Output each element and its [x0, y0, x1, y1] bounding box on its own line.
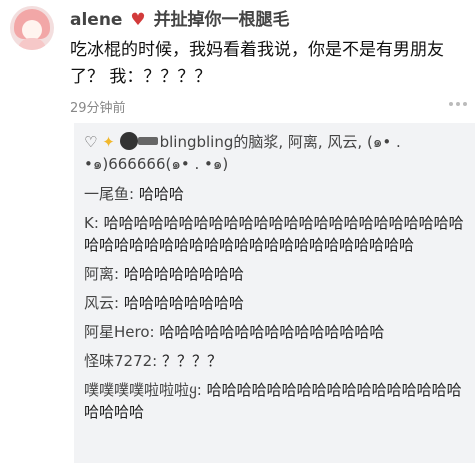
- reply-text: 哈哈哈: [134, 185, 184, 203]
- like-outline-icon[interactable]: ♡: [84, 133, 97, 151]
- reply-name[interactable]: 噗噗噗噗啦啦啦ყ:: [84, 381, 202, 399]
- mini-avatar: [119, 132, 138, 150]
- post-username[interactable]: alene ♥ 并扯掉你一根腿毛: [70, 5, 290, 30]
- reply-list: 一尾鱼: 哈哈哈 K: 哈哈哈哈哈哈哈哈哈哈哈哈哈哈哈哈哈哈哈哈哈哈哈哈哈哈哈哈…: [84, 183, 472, 430]
- reply-item[interactable]: 噗噗噗噗啦啦啦ყ: 哈哈哈哈哈哈哈哈哈哈哈哈哈哈哈哈哈哈哈哈哈: [84, 379, 472, 423]
- reply-name[interactable]: 风云:: [84, 294, 119, 312]
- like-header: ♡ ✦ blingbling的脑浆, 阿离, 风云, (๑• . •๑)6666…: [84, 131, 469, 175]
- reply-text: ？？？？: [157, 352, 223, 370]
- sparkle-icon: ✦: [102, 133, 115, 151]
- reply-name[interactable]: 阿离:: [84, 265, 119, 283]
- reply-name[interactable]: 阿星Hero:: [84, 323, 155, 341]
- avatar-body: [18, 38, 46, 50]
- reply-name[interactable]: K:: [84, 214, 99, 232]
- avatar[interactable]: [10, 6, 54, 50]
- post-text: 吃冰棍的时候，我妈看着我说，你是不是有男朋友了？ 我：？？？？: [70, 40, 444, 87]
- reply-item[interactable]: K: 哈哈哈哈哈哈哈哈哈哈哈哈哈哈哈哈哈哈哈哈哈哈哈哈哈哈哈哈哈哈哈哈哈哈哈哈哈…: [84, 212, 472, 256]
- decor-icon: [137, 137, 158, 145]
- username-text[interactable]: alene: [70, 10, 122, 30]
- reply-item[interactable]: 阿星Hero: 哈哈哈哈哈哈哈哈哈哈哈哈哈哈哈: [84, 321, 472, 343]
- post-time: 29分钟前: [70, 101, 126, 116]
- reply-text: 哈哈哈哈哈哈哈哈: [119, 265, 244, 283]
- username-suffix: 并扯掉你一根腿毛: [153, 10, 290, 30]
- reply-text: 哈哈哈哈哈哈哈哈哈哈哈哈哈哈哈哈哈哈哈哈哈哈哈哈哈哈哈哈哈哈哈哈哈哈哈哈哈哈哈哈…: [84, 214, 464, 254]
- reply-item[interactable]: 风云: 哈哈哈哈哈哈哈哈: [84, 292, 472, 314]
- heart-icon: ♥: [130, 10, 146, 30]
- reply-text: 哈哈哈哈哈哈哈哈哈哈哈哈哈哈哈: [154, 323, 385, 341]
- reply-item[interactable]: 怪味7272: ？？？？: [84, 350, 472, 372]
- reply-item[interactable]: 一尾鱼: 哈哈哈: [84, 183, 472, 205]
- more-icon[interactable]: [444, 94, 472, 114]
- reply-item[interactable]: 阿离: 哈哈哈哈哈哈哈哈: [84, 263, 472, 285]
- reply-text: 哈哈哈哈哈哈哈哈: [119, 294, 244, 312]
- reply-box: ♡ ✦ blingbling的脑浆, 阿离, 风云, (๑• . •๑)6666…: [74, 123, 475, 463]
- reply-name[interactable]: 怪味7272:: [84, 352, 157, 370]
- reply-name[interactable]: 一尾鱼:: [84, 185, 134, 203]
- avatar-face: [22, 20, 42, 40]
